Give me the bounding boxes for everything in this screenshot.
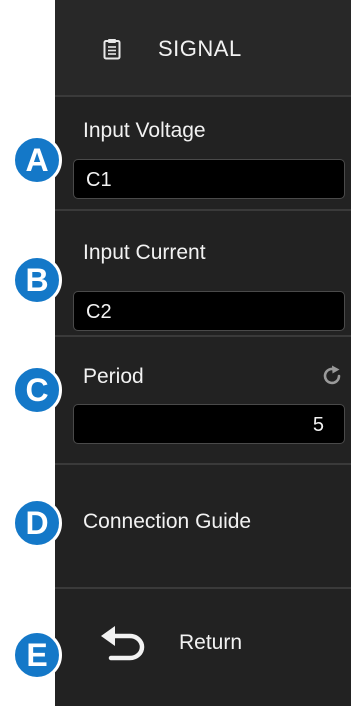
signal-menu-panel: SIGNAL Input Voltage C1 Input Current C2… bbox=[55, 0, 351, 706]
refresh-icon[interactable] bbox=[320, 364, 344, 388]
input-voltage-label: Input Voltage bbox=[83, 119, 206, 142]
input-current-field[interactable]: C2 bbox=[73, 291, 345, 331]
menu-header: SIGNAL bbox=[55, 0, 351, 97]
return-arrow-icon bbox=[101, 626, 145, 661]
period-field[interactable]: 5 bbox=[73, 404, 345, 444]
return-button[interactable]: Return bbox=[55, 589, 351, 706]
period-section[interactable]: Period 5 bbox=[55, 337, 351, 465]
connection-guide-label: Connection Guide bbox=[83, 510, 252, 533]
connection-guide-section[interactable]: Connection Guide bbox=[55, 465, 351, 589]
input-voltage-section[interactable]: Input Voltage C1 bbox=[55, 97, 351, 211]
clipboard-icon bbox=[103, 39, 121, 60]
input-voltage-field[interactable]: C1 bbox=[73, 159, 345, 199]
callout-badge-b: B bbox=[12, 255, 62, 305]
input-voltage-value: C1 bbox=[86, 169, 112, 191]
input-current-label: Input Current bbox=[83, 241, 206, 264]
menu-title: SIGNAL bbox=[158, 36, 242, 61]
callout-badge-c: C bbox=[12, 365, 62, 415]
input-current-section[interactable]: Input Current C2 bbox=[55, 211, 351, 337]
period-value: 5 bbox=[312, 414, 324, 436]
callout-badge-d: D bbox=[12, 498, 62, 548]
input-current-value: C2 bbox=[86, 301, 112, 323]
return-label: Return bbox=[179, 631, 243, 654]
callout-badge-a: A bbox=[12, 135, 62, 185]
period-label: Period bbox=[83, 365, 144, 388]
callout-badge-e: E bbox=[12, 630, 62, 680]
